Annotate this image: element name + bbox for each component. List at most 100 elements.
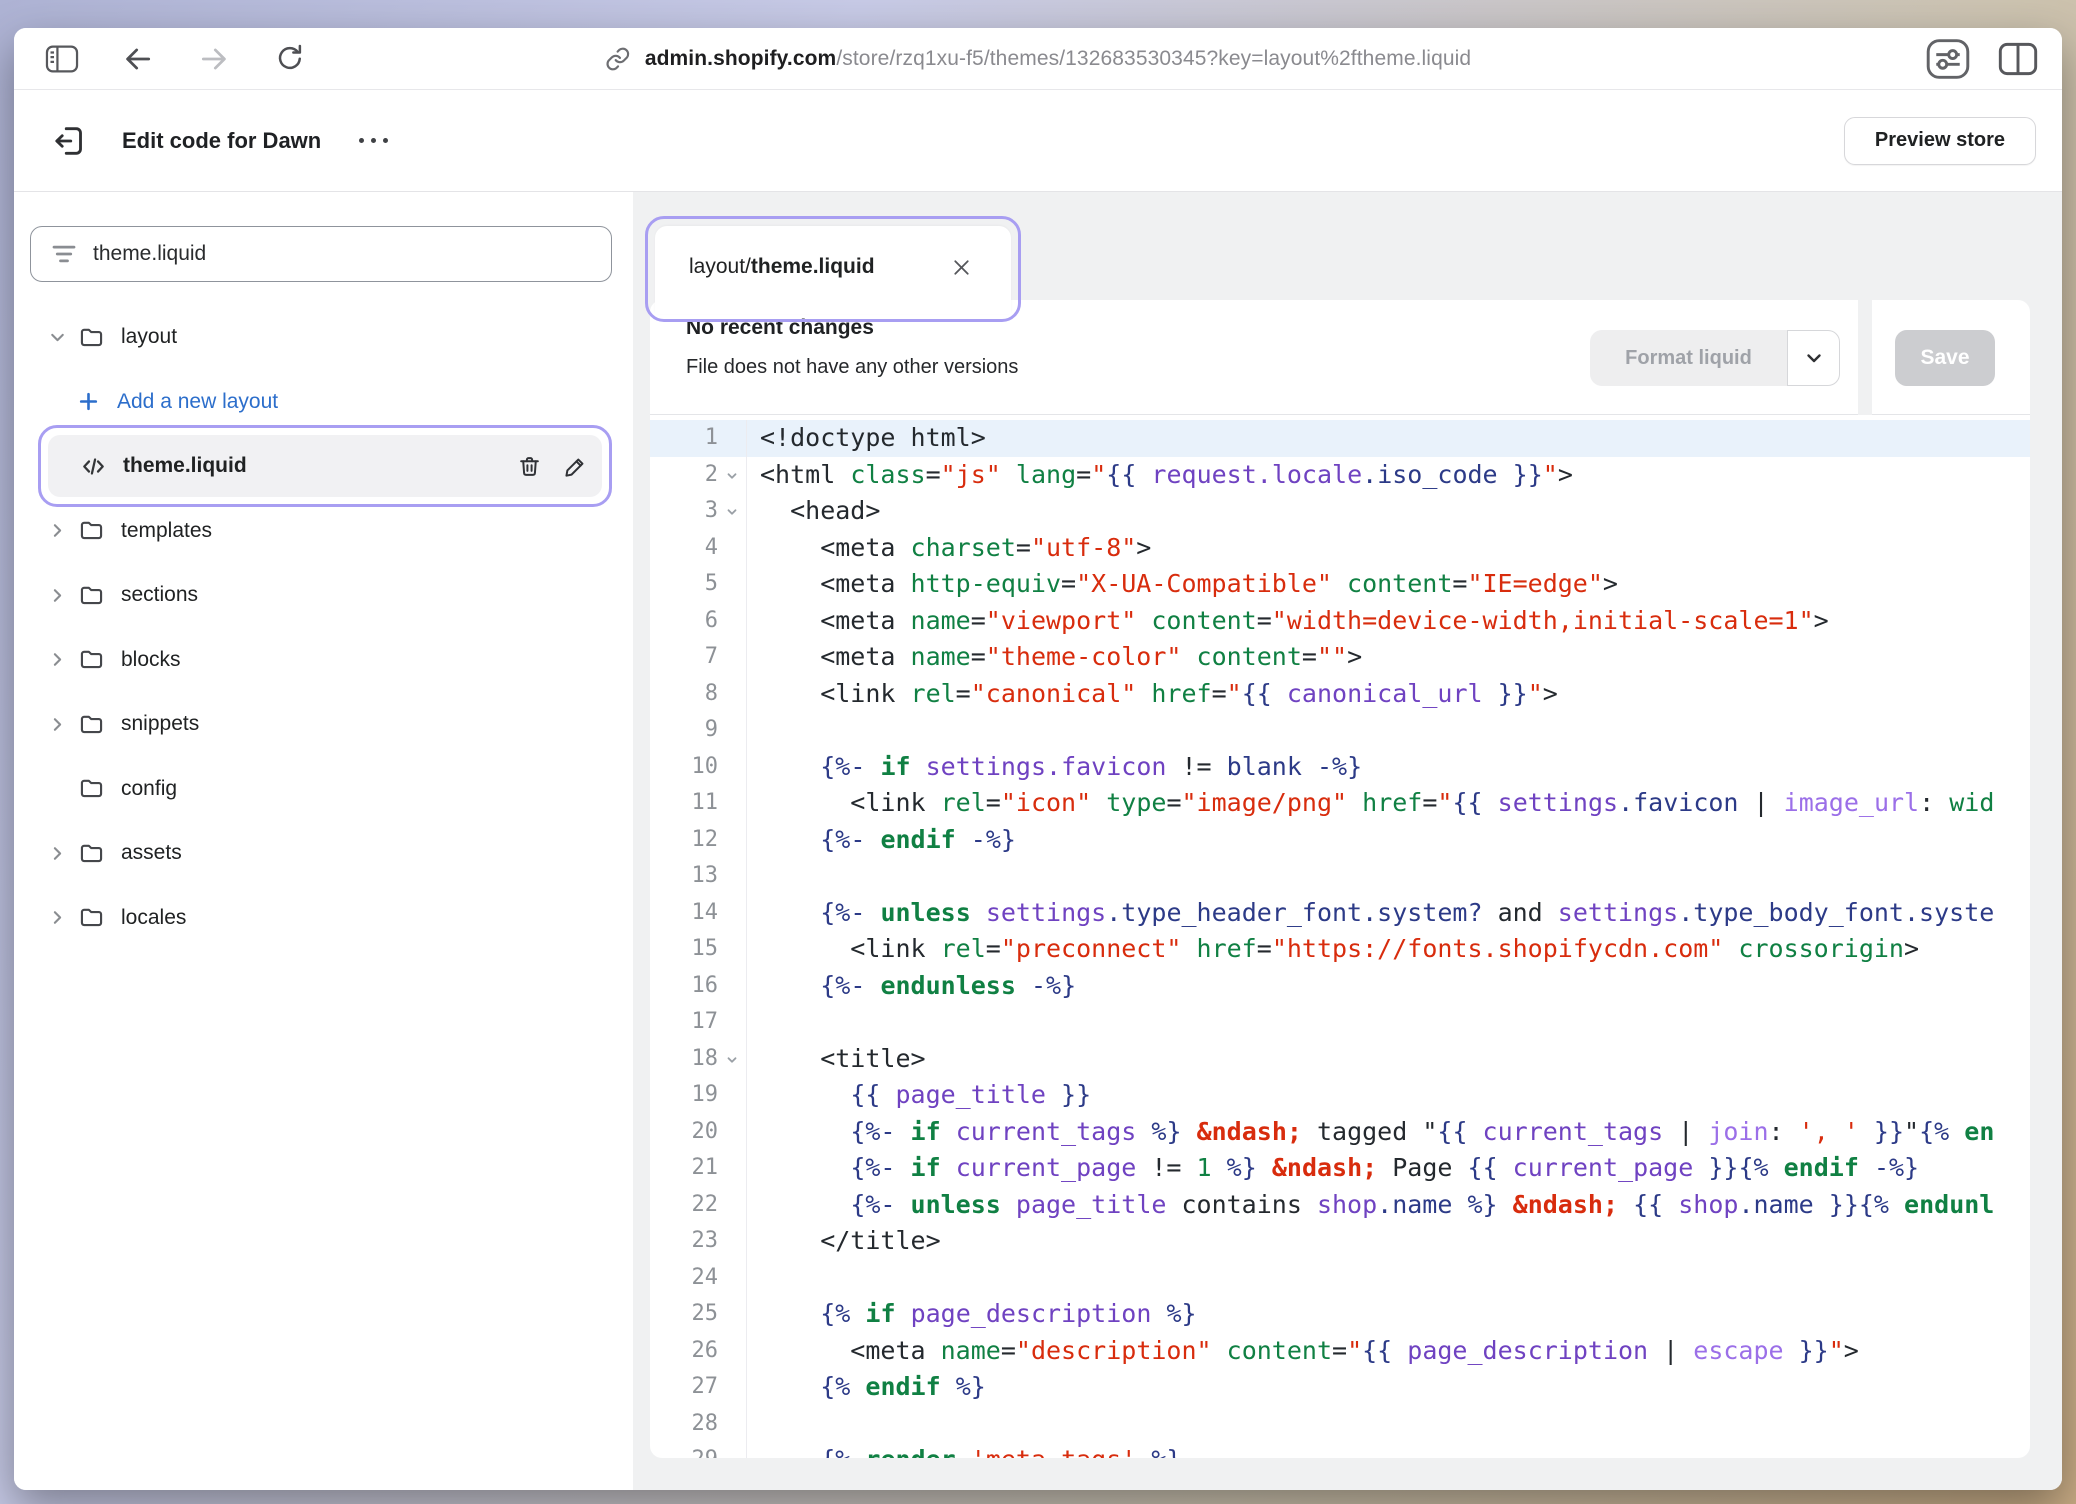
code-text[interactable]: {%- endunless -%} [747, 968, 2030, 1005]
sidebar-item-sections[interactable]: sections [14, 563, 633, 628]
search-input[interactable] [93, 242, 611, 266]
code-text[interactable] [747, 1406, 2030, 1443]
rename-file-icon[interactable] [558, 449, 592, 483]
more-menu-icon[interactable] [359, 126, 388, 156]
code-line[interactable]: 14 {%- unless settings.type_header_font.… [650, 895, 2030, 932]
code-line[interactable]: 13 [650, 858, 2030, 895]
code-line[interactable]: 20 {%- if current_tags %} &ndash; tagged… [650, 1114, 2030, 1151]
format-liquid-button[interactable]: Format liquid [1590, 330, 1787, 386]
sidebar-item-templates[interactable]: templates [14, 499, 633, 564]
code-text[interactable]: {%- unless settings.type_header_font.sys… [747, 895, 2030, 932]
save-button[interactable]: Save [1895, 330, 1995, 386]
code-text[interactable]: {% render 'meta-tags' %} [747, 1442, 2030, 1458]
link-icon [605, 46, 631, 72]
code-text[interactable]: {%- if current_tags %} &ndash; tagged "{… [747, 1114, 2030, 1151]
code-line[interactable]: 15 <link rel="preconnect" href="https://… [650, 931, 2030, 968]
code-line[interactable]: 10 {%- if settings.favicon != blank -%} [650, 749, 2030, 786]
code-text[interactable]: </title> [747, 1223, 2030, 1260]
code-text[interactable] [747, 712, 2030, 749]
sidebar-item-blocks[interactable]: blocks [14, 628, 633, 693]
code-line[interactable]: 24 [650, 1260, 2030, 1297]
sidebar-item-add-a-new-layout[interactable]: Add a new layout [14, 370, 633, 435]
exit-editor-icon[interactable] [52, 123, 88, 159]
split-view-icon[interactable] [1996, 37, 2040, 81]
code-line[interactable]: 27 {% endif %} [650, 1369, 2030, 1406]
sidebar-item-locales[interactable]: locales [14, 886, 633, 951]
url-path: /store/rzq1xu-f5/themes/132683530345?key… [836, 47, 1471, 70]
code-text[interactable] [747, 1004, 2030, 1041]
sidebar-item-layout[interactable]: layout [14, 305, 633, 370]
code-line[interactable]: 2<html class="js" lang="{{ request.local… [650, 457, 2030, 494]
code-text[interactable]: {{ page_title }} [747, 1077, 2030, 1114]
code-editor[interactable]: 1<!doctype html>2<html class="js" lang="… [650, 415, 2030, 1458]
sidebar-item-theme-liquid[interactable]: theme.liquid [14, 434, 633, 499]
close-tab-icon[interactable] [950, 256, 973, 279]
code-line[interactable]: 18 <title> [650, 1041, 2030, 1078]
line-number: 26 [650, 1333, 747, 1370]
code-text[interactable]: <meta http-equiv="X-UA-Compatible" conte… [747, 566, 2030, 603]
code-file-icon [80, 453, 107, 480]
code-text[interactable]: <meta name="theme-color" content=""> [747, 639, 2030, 676]
code-line[interactable]: 29 {% render 'meta-tags' %} [650, 1442, 2030, 1458]
code-text[interactable]: {% endif %} [747, 1369, 2030, 1406]
line-number: 25 [650, 1296, 747, 1333]
code-line[interactable]: 7 <meta name="theme-color" content=""> [650, 639, 2030, 676]
browser-sidebar-toggle-icon[interactable] [40, 37, 84, 81]
tab-layout-theme-liquid[interactable]: layout/theme.liquid [655, 226, 1011, 314]
code-line[interactable]: 16 {%- endunless -%} [650, 968, 2030, 1005]
fold-chevron-icon[interactable] [725, 1053, 739, 1067]
code-text[interactable]: <html class="js" lang="{{ request.locale… [747, 457, 2030, 494]
file-search[interactable] [30, 226, 612, 282]
fold-chevron-icon[interactable] [725, 469, 739, 483]
code-line[interactable]: 12 {%- endif -%} [650, 822, 2030, 859]
code-line[interactable]: 5 <meta http-equiv="X-UA-Compatible" con… [650, 566, 2030, 603]
sidebar-item-assets[interactable]: assets [14, 821, 633, 886]
code-line[interactable]: 26 <meta name="description" content="{{ … [650, 1333, 2030, 1370]
fold-chevron-icon[interactable] [725, 505, 739, 519]
code-line[interactable]: 23 </title> [650, 1223, 2030, 1260]
code-line[interactable]: 22 {%- unless page_title contains shop.n… [650, 1187, 2030, 1224]
delete-file-icon[interactable] [512, 449, 546, 483]
code-text[interactable]: <link rel="preconnect" href="https://fon… [747, 931, 2030, 968]
code-text[interactable]: <head> [747, 493, 2030, 530]
code-text[interactable]: <!doctype html> [747, 420, 2030, 457]
save-bar: Save [1872, 300, 2030, 415]
code-text[interactable] [747, 1260, 2030, 1297]
code-line[interactable]: 6 <meta name="viewport" content="width=d… [650, 603, 2030, 640]
code-text[interactable]: <title> [747, 1041, 2030, 1078]
folder-icon [78, 775, 105, 802]
code-line[interactable]: 8 <link rel="canonical" href="{{ canonic… [650, 676, 2030, 713]
code-line[interactable]: 17 [650, 1004, 2030, 1041]
back-icon[interactable] [116, 37, 160, 81]
code-text[interactable]: <meta name="viewport" content="width=dev… [747, 603, 2030, 640]
reload-icon[interactable] [268, 37, 312, 81]
code-text[interactable]: <meta name="description" content="{{ pag… [747, 1333, 2030, 1370]
page-settings-icon[interactable] [1926, 37, 1970, 81]
code-text[interactable]: {%- if current_page != 1 %} &ndash; Page… [747, 1150, 2030, 1187]
selected-file-pill[interactable]: theme.liquid [48, 435, 602, 497]
code-line[interactable]: 11 <link rel="icon" type="image/png" hre… [650, 785, 2030, 822]
address-bar[interactable]: admin.shopify.com/store/rzq1xu-f5/themes… [605, 28, 1471, 89]
code-text[interactable]: {%- unless page_title contains shop.name… [747, 1187, 2030, 1224]
code-line[interactable]: 25 {% if page_description %} [650, 1296, 2030, 1333]
code-text[interactable]: <meta charset="utf-8"> [747, 530, 2030, 567]
folder-icon [78, 582, 105, 609]
forward-icon[interactable] [192, 37, 236, 81]
code-line[interactable]: 28 [650, 1406, 2030, 1443]
code-text[interactable] [747, 858, 2030, 895]
sidebar-item-config[interactable]: config [14, 757, 633, 822]
sidebar-item-snippets[interactable]: snippets [14, 692, 633, 757]
code-text[interactable]: {%- if settings.favicon != blank -%} [747, 749, 2030, 786]
code-line[interactable]: 1<!doctype html> [650, 420, 2030, 457]
code-line[interactable]: 4 <meta charset="utf-8"> [650, 530, 2030, 567]
code-line[interactable]: 19 {{ page_title }} [650, 1077, 2030, 1114]
format-dropdown-button[interactable] [1787, 330, 1840, 386]
code-text[interactable]: <link rel="canonical" href="{{ canonical… [747, 676, 2030, 713]
preview-store-button[interactable]: Preview store [1844, 117, 2036, 165]
code-line[interactable]: 9 [650, 712, 2030, 749]
code-text[interactable]: <link rel="icon" type="image/png" href="… [747, 785, 2030, 822]
code-text[interactable]: {% if page_description %} [747, 1296, 2030, 1333]
code-line[interactable]: 3 <head> [650, 493, 2030, 530]
code-line[interactable]: 21 {%- if current_page != 1 %} &ndash; P… [650, 1150, 2030, 1187]
code-text[interactable]: {%- endif -%} [747, 822, 2030, 859]
